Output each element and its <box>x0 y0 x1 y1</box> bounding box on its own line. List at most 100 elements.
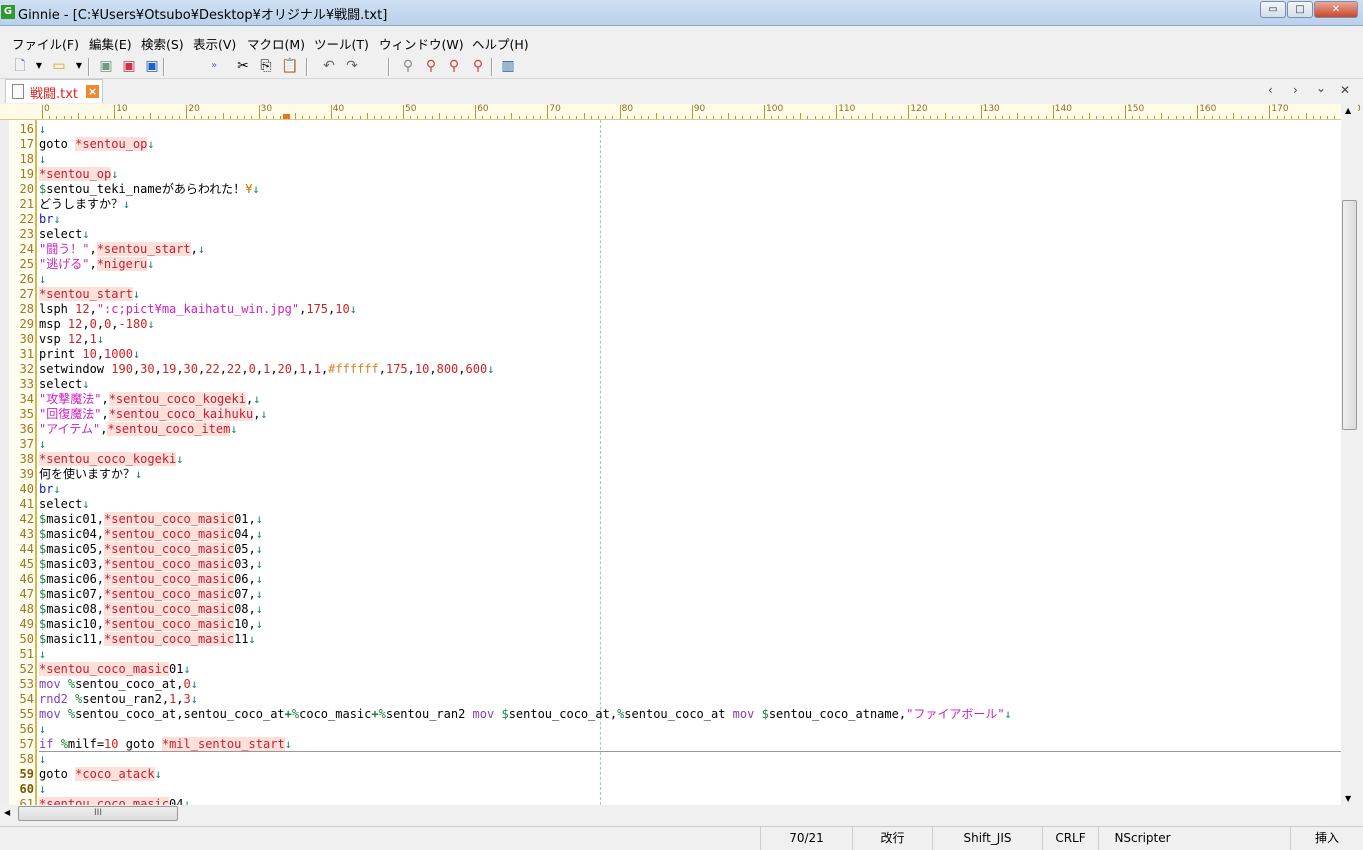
code-line[interactable]: "攻撃魔法",*sentou_coco_kogeki,↓ <box>39 392 260 407</box>
code-token: select <box>39 377 83 391</box>
save-as-icon[interactable]: ▣ <box>120 57 138 75</box>
code-line[interactable]: msp 12,0,0,-180↓ <box>39 317 155 332</box>
code-line[interactable]: *sentou_op↓ <box>39 167 118 182</box>
find-icon[interactable]: ⚲ <box>399 57 417 75</box>
code-line[interactable]: ↓ <box>39 437 46 452</box>
code-line[interactable]: $masic08,*sentou_coco_masic08,↓ <box>39 602 263 617</box>
replace-icon[interactable]: ⚲ <box>469 57 487 75</box>
vertical-scroll-thumb[interactable] <box>1342 200 1357 430</box>
redo-icon[interactable]: ↷ <box>343 57 361 75</box>
scroll-up-icon[interactable]: ▲ <box>1345 106 1351 115</box>
code-line[interactable]: "アイテム",*sentou_coco_item↓ <box>39 422 238 437</box>
code-line[interactable]: ↓ <box>39 722 46 737</box>
code-line[interactable]: $masic10,*sentou_coco_masic10,↓ <box>39 617 263 632</box>
code-line[interactable]: br↓ <box>39 482 61 497</box>
code-token: 10 <box>82 347 97 361</box>
menu-help[interactable]: ヘルプ(H) <box>472 34 529 53</box>
menu-search[interactable]: 検索(S) <box>141 34 184 53</box>
code-token: , <box>101 407 109 421</box>
cut-icon[interactable]: ✂ <box>234 57 252 75</box>
horizontal-scrollbar[interactable]: ◀ III <box>0 805 1341 822</box>
toolbar-overflow-icon[interactable]: » <box>205 57 223 75</box>
code-line[interactable]: $masic03,*sentou_coco_masic03,↓ <box>39 557 263 572</box>
code-line[interactable]: select↓ <box>39 377 90 392</box>
tab-close-icon[interactable]: × <box>86 85 99 98</box>
close-button[interactable]: ✕ <box>1314 1 1358 18</box>
tab-prev-icon[interactable]: ‹ <box>1268 83 1273 97</box>
code-line[interactable]: $masic04,*sentou_coco_masic04,↓ <box>39 527 263 542</box>
new-file-icon[interactable]: 🗋 <box>11 57 29 75</box>
menu-view[interactable]: 表示(V) <box>193 34 236 53</box>
find-prev-icon[interactable]: ⚲ <box>445 57 463 75</box>
code-line[interactable]: print 10,1000↓ <box>39 347 140 362</box>
open-folder-icon[interactable]: ▭ <box>50 57 68 75</box>
undo-icon[interactable]: ↶ <box>320 57 338 75</box>
status-encoding[interactable]: Shift_JIS <box>932 827 1042 850</box>
code-line[interactable]: "逃げる",*nigeru↓ <box>39 257 155 272</box>
code-line[interactable]: ↓ <box>39 782 46 797</box>
save-icon[interactable]: ▣ <box>97 57 115 75</box>
menu-macro[interactable]: マクロ(M) <box>247 34 305 53</box>
code-line[interactable]: lsph 12,":c;pict¥ma_kaihatu_win.jpg",175… <box>39 302 357 317</box>
code-line[interactable]: select↓ <box>39 497 90 512</box>
save-all-icon[interactable]: ▣ <box>143 57 161 75</box>
code-line[interactable]: "闘う！",*sentou_start,↓ <box>39 242 205 257</box>
code-line[interactable]: ↓ <box>39 272 46 287</box>
code-line[interactable]: rnd2 %sentou_ran2,1,3↓ <box>39 692 198 707</box>
copy-icon[interactable]: ⎘ <box>257 57 275 75</box>
menu-file[interactable]: ファイル(F) <box>12 34 79 53</box>
paste-icon[interactable]: 📋 <box>281 57 299 75</box>
new-dropdown-icon[interactable]: ▼ <box>30 57 48 75</box>
status-mode[interactable]: NScripter <box>1098 827 1186 850</box>
vertical-scrollbar[interactable]: ▲ ▼ <box>1341 104 1358 805</box>
text-editor[interactable]: 16 17 18 19 20 21 22 23 24 25 26 27 28 29 30 31 32 33 34 35… <box>0 120 1341 805</box>
scroll-left-icon[interactable]: ◀ <box>4 808 10 817</box>
code-line[interactable]: *sentou_start↓ <box>39 287 140 302</box>
code-line[interactable]: *sentou_coco_masic01↓ <box>39 662 191 677</box>
find-next-icon[interactable]: ⚲ <box>422 57 440 75</box>
code-line[interactable]: $sentou_teki_nameがあらわれた！¥↓ <box>39 182 260 197</box>
line-number: 41 <box>19 497 34 511</box>
code-line[interactable]: *sentou_coco_kogeki↓ <box>39 452 184 467</box>
code-line[interactable]: $masic11,*sentou_coco_masic11↓ <box>39 632 256 647</box>
code-line[interactable]: mov %sentou_coco_at,0↓ <box>39 677 198 692</box>
code-line[interactable]: goto *sentou_op↓ <box>39 137 155 152</box>
code-line[interactable]: select↓ <box>39 227 90 242</box>
code-line[interactable]: ↓ <box>39 122 46 137</box>
code-line[interactable]: mov %sentou_coco_at,sentou_coco_at+%coco… <box>39 707 1012 722</box>
horizontal-scroll-thumb[interactable]: III <box>18 806 178 821</box>
code-line[interactable]: $masic07,*sentou_coco_masic07,↓ <box>39 587 263 602</box>
code-line[interactable]: if %milf=10 goto *mil_sentou_start↓ <box>39 737 292 752</box>
code-line[interactable]: setwindow 190,30,19,30,22,22,0,1,20,1,1,… <box>39 362 494 377</box>
code-line[interactable]: vsp 12,1↓ <box>39 332 104 347</box>
menu-tools[interactable]: ツール(T) <box>314 34 369 53</box>
open-dropdown-icon[interactable]: ▼ <box>70 57 88 75</box>
code-line[interactable]: ↓ <box>39 752 46 767</box>
bookmark-icon[interactable]: ▥ <box>499 57 517 75</box>
minimize-button[interactable]: ▭ <box>1260 1 1286 18</box>
tab-file[interactable]: 戦闘.txt × <box>5 79 103 103</box>
code-line[interactable]: ↓ <box>39 152 46 167</box>
tab-close-all-icon[interactable]: ✕ <box>1340 83 1350 97</box>
code-token: sentou_coco_at <box>624 707 733 721</box>
status-line-ending[interactable]: CRLF <box>1042 827 1098 850</box>
code-token: #ffffff <box>328 362 379 376</box>
code-line[interactable]: br↓ <box>39 212 61 227</box>
newline-arrow-icon: ↓ <box>132 287 141 301</box>
code-line[interactable]: $masic06,*sentou_coco_masic06,↓ <box>39 572 263 587</box>
code-line[interactable]: 何を使いますか？↓ <box>39 467 142 482</box>
code-line[interactable]: どうしますか？↓ <box>39 197 130 212</box>
tab-list-icon[interactable]: ⌄ <box>1316 81 1326 95</box>
code-line[interactable]: "回復魔法",*sentou_coco_kaihuku,↓ <box>39 407 268 422</box>
menu-edit[interactable]: 編集(E) <box>89 34 132 53</box>
code-token: *coco_atack <box>75 767 155 781</box>
scroll-down-icon[interactable]: ▼ <box>1345 794 1351 803</box>
code-line[interactable]: $masic01,*sentou_coco_masic01,↓ <box>39 512 263 527</box>
code-line[interactable]: goto *coco_atack↓ <box>39 767 162 782</box>
tab-next-icon[interactable]: › <box>1293 83 1298 97</box>
code-line[interactable]: $masic05,*sentou_coco_masic05,↓ <box>39 542 263 557</box>
code-line[interactable]: *sentou_coco_masic04↓ <box>39 797 191 805</box>
code-line[interactable]: ↓ <box>39 647 46 662</box>
maximize-button[interactable]: □ <box>1287 1 1313 18</box>
menu-window[interactable]: ウィンドウ(W) <box>379 34 464 53</box>
